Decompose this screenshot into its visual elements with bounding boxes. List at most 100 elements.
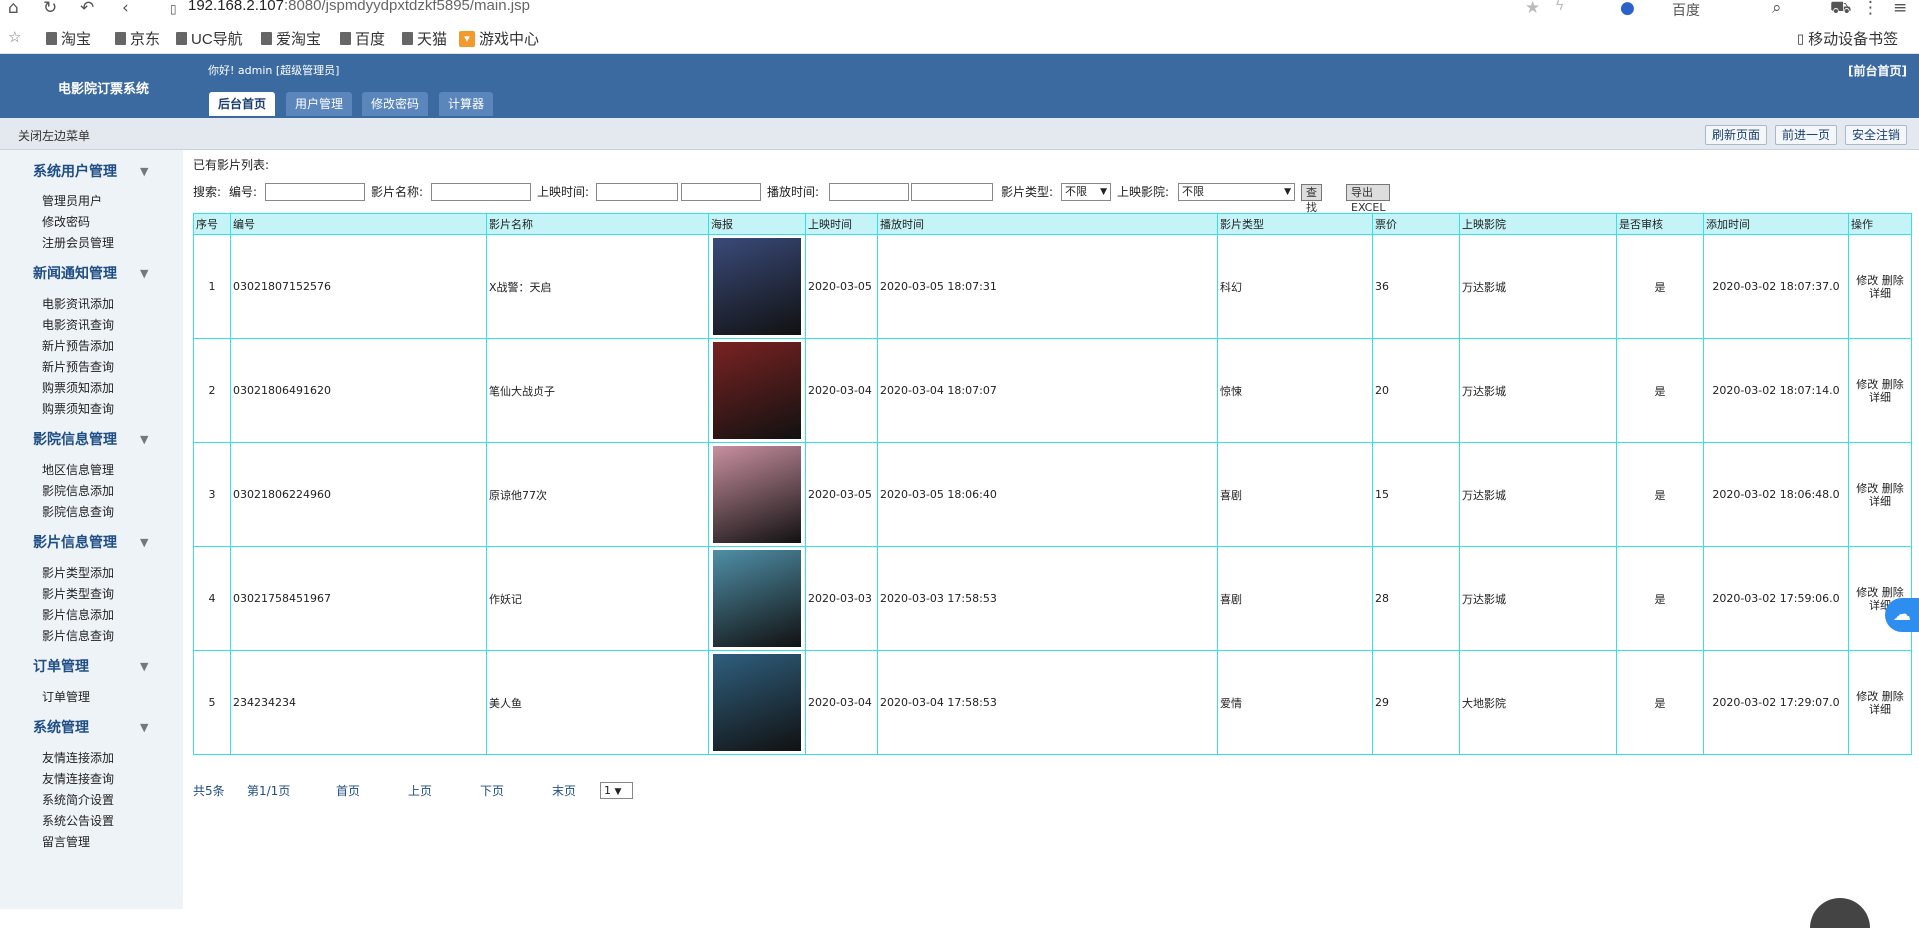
edit-link[interactable]: 修改 [1856, 482, 1878, 495]
release-start-input[interactable] [596, 183, 678, 201]
sidebar-item[interactable]: 修改密码 [42, 213, 90, 230]
logout-button[interactable]: 安全注销 [1845, 125, 1908, 145]
bookmark-item[interactable]: ▾ 游戏中心 [459, 28, 539, 49]
tab-user-management[interactable]: 用户管理 [286, 92, 353, 116]
undo-icon[interactable]: ↶ [80, 0, 94, 18]
sidebar-item[interactable]: 订单管理 [42, 688, 90, 705]
sidebar-item[interactable]: 影院信息查询 [42, 503, 114, 520]
chevron-down-icon[interactable]: ▼ [140, 536, 148, 549]
delete-link[interactable]: 删除 [1882, 586, 1904, 599]
bookmark-item[interactable]: 天猫 [402, 28, 447, 49]
floating-cloud-button[interactable]: ☁ [1885, 598, 1919, 632]
refresh-icon[interactable]: ↻ [43, 0, 57, 18]
sidebar-section-news[interactable]: 新闻通知管理 [33, 263, 117, 283]
sidebar-section-orders[interactable]: 订单管理 [33, 656, 89, 676]
sidebar-item[interactable]: 电影资讯添加 [42, 295, 114, 312]
edit-link[interactable]: 修改 [1856, 690, 1878, 703]
mobile-bookmarks[interactable]: ▯ 移动设备书签 [1797, 28, 1898, 49]
pager-last[interactable]: 末页 [552, 782, 576, 799]
sidebar-item[interactable]: 购票须知添加 [42, 379, 114, 396]
poster-image[interactable] [713, 238, 801, 335]
code-input[interactable] [265, 183, 365, 201]
bookmark-item[interactable]: 百度 [340, 28, 385, 49]
sidebar-item[interactable]: 注册会员管理 [42, 234, 114, 251]
cart-icon[interactable]: ⛟ [1830, 0, 1851, 20]
sidebar-item[interactable]: 影片信息添加 [42, 606, 114, 623]
detail-link[interactable]: 详细 [1869, 495, 1891, 508]
export-excel-button[interactable]: 导出EXCEL [1346, 184, 1391, 214]
page-select[interactable]: 1 ▼ [600, 782, 633, 799]
chevron-down-icon[interactable]: ▼ [140, 660, 148, 673]
cinema-select[interactable]: 不限 ▼ [1178, 183, 1295, 201]
sidebar-item[interactable]: 管理员用户 [42, 192, 102, 209]
sidebar-item[interactable]: 新片预告添加 [42, 337, 114, 354]
star-icon[interactable]: ★ [1525, 0, 1540, 18]
refresh-page-button[interactable]: 刷新页面 [1705, 125, 1768, 145]
sidebar-item[interactable]: 友情连接查询 [42, 770, 114, 787]
tab-change-password[interactable]: 修改密码 [362, 92, 429, 116]
address-bar[interactable]: 192.168.2.107:8080/jspmdyydpxtdzkf5895/m… [188, 0, 530, 14]
lightning-icon[interactable]: ϟ [1555, 0, 1564, 14]
pager-prev[interactable]: 上页 [408, 782, 432, 799]
delete-link[interactable]: 删除 [1882, 378, 1904, 391]
sidebar-item[interactable]: 购票须知查询 [42, 400, 114, 417]
back-icon[interactable]: ‹ [122, 0, 129, 18]
sidebar-item[interactable]: 影片信息查询 [42, 627, 114, 644]
corner-widget[interactable] [1810, 898, 1870, 928]
forward-page-button[interactable]: 前进一页 [1775, 125, 1838, 145]
sidebar-item[interactable]: 系统简介设置 [42, 791, 114, 808]
edit-link[interactable]: 修改 [1856, 586, 1878, 599]
edit-link[interactable]: 修改 [1856, 378, 1878, 391]
pager-first[interactable]: 首页 [336, 782, 360, 799]
bookmark-star-icon[interactable]: ☆ [8, 28, 21, 46]
bookmark-item[interactable]: 京东 [115, 28, 160, 49]
pager-next[interactable]: 下页 [480, 782, 504, 799]
sidebar-section-films[interactable]: 影片信息管理 [33, 532, 117, 552]
sidebar-section-system-users[interactable]: 系统用户管理 [33, 161, 117, 181]
play-start-input[interactable] [829, 183, 909, 201]
delete-link[interactable]: 删除 [1882, 482, 1904, 495]
sidebar-item[interactable]: 系统公告设置 [42, 812, 114, 829]
sidebar-item[interactable]: 地区信息管理 [42, 461, 114, 478]
sidebar-item[interactable]: 电影资讯查询 [42, 316, 114, 333]
chevron-down-icon[interactable]: ▼ [140, 433, 148, 446]
tab-dashboard[interactable]: 后台首页 [209, 92, 276, 116]
type-select[interactable]: 不限 ▼ [1061, 183, 1111, 201]
detail-link[interactable]: 详细 [1869, 391, 1891, 404]
sidebar-item[interactable]: 影院信息添加 [42, 482, 114, 499]
name-input[interactable] [431, 183, 531, 201]
close-menu-link[interactable]: 关闭左边菜单 [18, 127, 90, 144]
bookmark-item[interactable]: 淘宝 [46, 28, 91, 49]
search-engine-label[interactable]: 百度 [1672, 0, 1700, 20]
delete-link[interactable]: 删除 [1882, 274, 1904, 287]
sidebar-section-system[interactable]: 系统管理 [33, 717, 89, 737]
poster-image[interactable] [713, 342, 801, 439]
chevron-down-icon[interactable]: ▼ [140, 267, 148, 280]
front-home-link[interactable]: [前台首页] [1848, 62, 1907, 79]
more-icon[interactable]: ⋮ [1862, 0, 1879, 18]
search-icon[interactable]: ⌕ [1772, 0, 1782, 18]
chevron-down-icon[interactable]: ▼ [140, 165, 148, 178]
edit-link[interactable]: 修改 [1856, 274, 1878, 287]
sidebar-section-cinema[interactable]: 影院信息管理 [33, 429, 117, 449]
detail-link[interactable]: 详细 [1869, 287, 1891, 300]
poster-image[interactable] [713, 446, 801, 543]
bookmark-item[interactable]: 爱淘宝 [261, 28, 321, 49]
sidebar-item[interactable]: 新片预告查询 [42, 358, 114, 375]
tab-calculator[interactable]: 计算器 [439, 92, 494, 116]
menu-icon[interactable]: ≡ [1893, 0, 1907, 18]
poster-image[interactable] [713, 654, 801, 751]
sidebar-item[interactable]: 留言管理 [42, 833, 90, 850]
find-button[interactable]: 查找 [1301, 184, 1322, 214]
sidebar-item[interactable]: 影片类型查询 [42, 585, 114, 602]
sidebar-item[interactable]: 影片类型添加 [42, 564, 114, 581]
bookmark-item[interactable]: UC导航 [176, 28, 243, 49]
chevron-down-icon[interactable]: ▼ [140, 721, 148, 734]
delete-link[interactable]: 删除 [1882, 690, 1904, 703]
release-end-input[interactable] [681, 183, 761, 201]
sidebar-item[interactable]: 友情连接添加 [42, 749, 114, 766]
poster-image[interactable] [713, 550, 801, 647]
detail-link[interactable]: 详细 [1869, 703, 1891, 716]
play-end-input[interactable] [911, 183, 993, 201]
home-icon[interactable]: ⌂ [8, 0, 19, 18]
